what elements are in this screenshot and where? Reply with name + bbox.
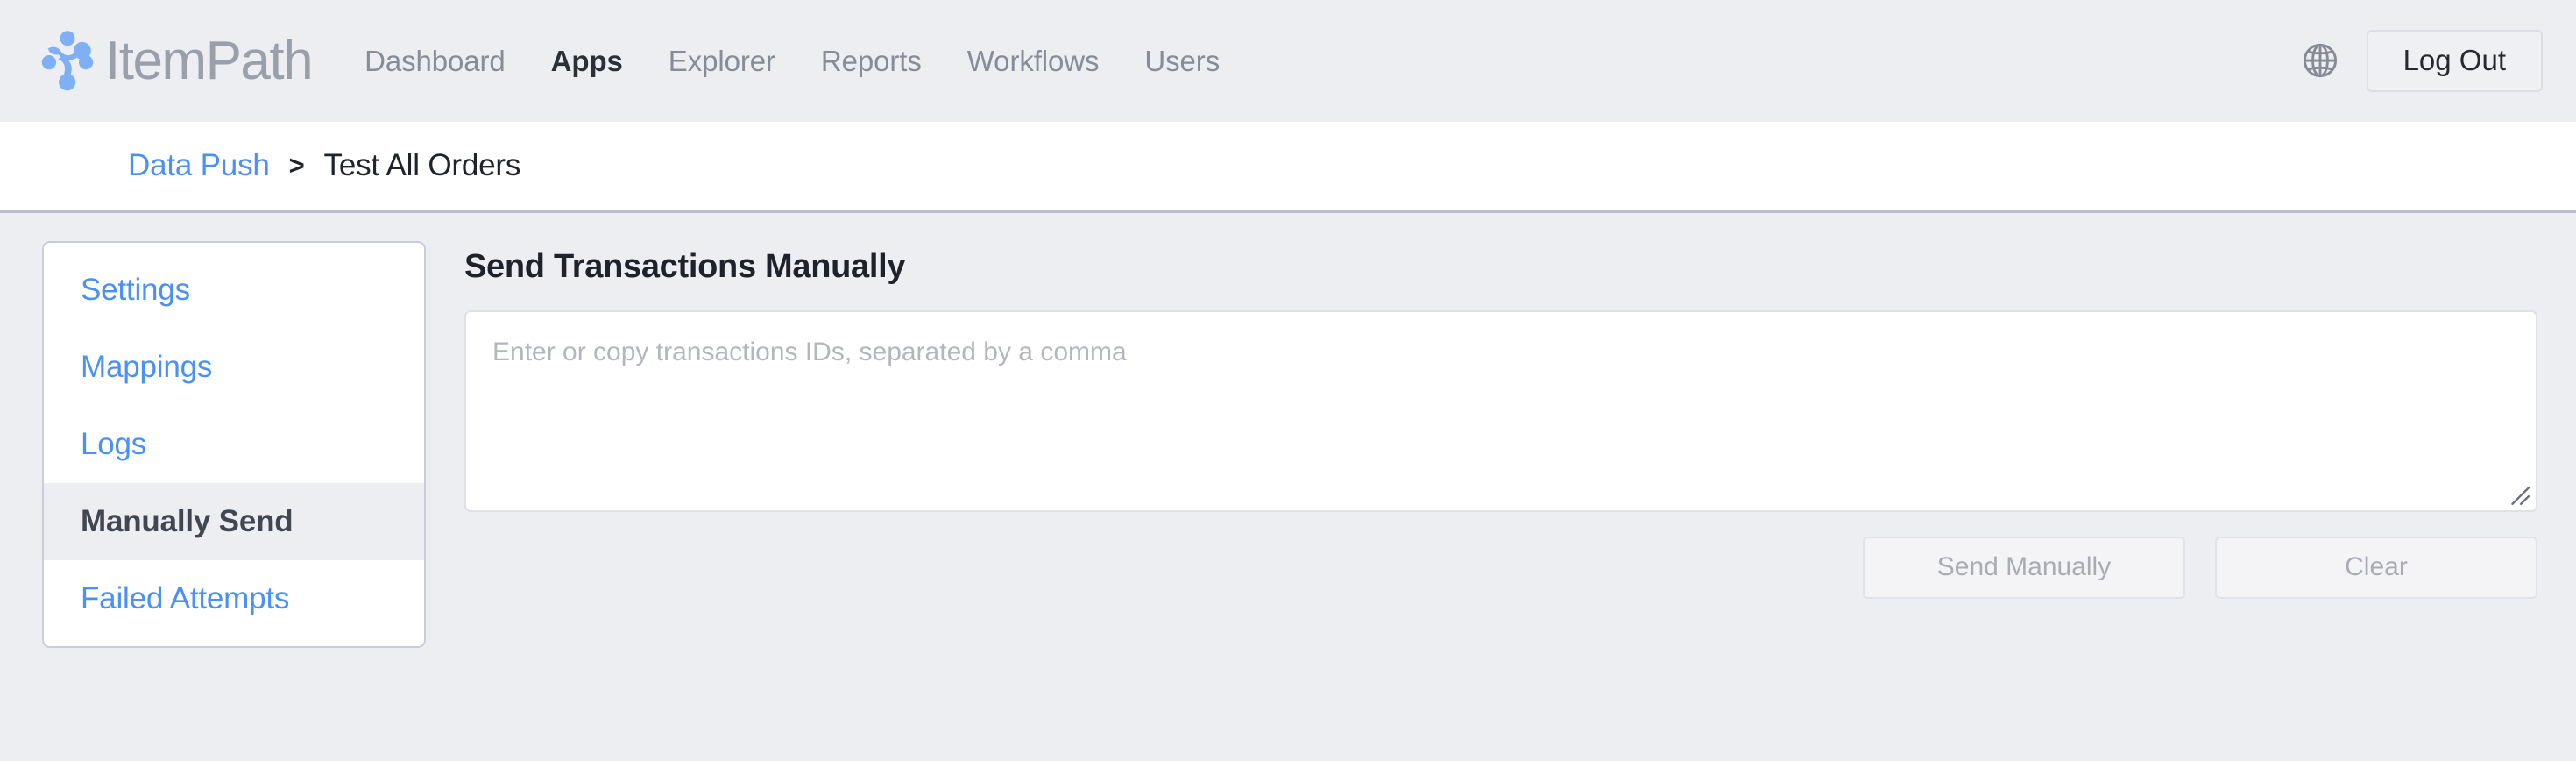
brand-name: ItemPath (105, 30, 314, 91)
globe-icon[interactable] (2300, 40, 2340, 81)
main-panel: Send Transactions Manually Send Manually… (426, 241, 2576, 599)
nav-item-reports[interactable]: Reports (798, 36, 945, 87)
breadcrumb-parent-link[interactable]: Data Push (128, 148, 270, 183)
page-title: Send Transactions Manually (464, 248, 906, 285)
clear-button[interactable]: Clear (2215, 537, 2537, 599)
itempath-logo-icon (41, 30, 94, 90)
action-buttons: Send Manually Clear (464, 537, 2537, 599)
transaction-ids-textarea[interactable] (464, 310, 2537, 512)
breadcrumb-separator: > (288, 150, 305, 181)
app-header: ItemPath Dashboard Apps Explorer Reports… (0, 0, 2576, 122)
nav-item-apps[interactable]: Apps (528, 36, 646, 87)
logout-button[interactable]: Log Out (2366, 30, 2543, 92)
nav-item-users[interactable]: Users (1122, 36, 1242, 87)
sidebar-item-manually-send[interactable]: Manually Send (44, 483, 424, 560)
sidebar-item-failed-attempts[interactable]: Failed Attempts (44, 560, 424, 637)
breadcrumb: Data Push > Test All Orders (0, 122, 2576, 213)
sidebar-item-mappings[interactable]: Mappings (44, 329, 424, 406)
breadcrumb-current: Test All Orders (323, 148, 521, 182)
transactions-input-wrap (464, 310, 2537, 512)
page-body: Settings Mappings Logs Manually Send Fai… (0, 213, 2576, 757)
nav-item-explorer[interactable]: Explorer (646, 36, 798, 87)
send-manually-button[interactable]: Send Manually (1863, 537, 2185, 599)
header-actions: Log Out (2300, 30, 2543, 92)
nav-item-workflows[interactable]: Workflows (945, 36, 1122, 87)
nav-item-dashboard[interactable]: Dashboard (342, 36, 528, 87)
section-sidebar: Settings Mappings Logs Manually Send Fai… (42, 241, 426, 648)
main-nav: Dashboard Apps Explorer Reports Workflow… (342, 36, 2299, 87)
sidebar-item-settings[interactable]: Settings (44, 252, 424, 329)
brand[interactable]: ItemPath (35, 29, 314, 94)
sidebar-item-logs[interactable]: Logs (44, 406, 424, 483)
